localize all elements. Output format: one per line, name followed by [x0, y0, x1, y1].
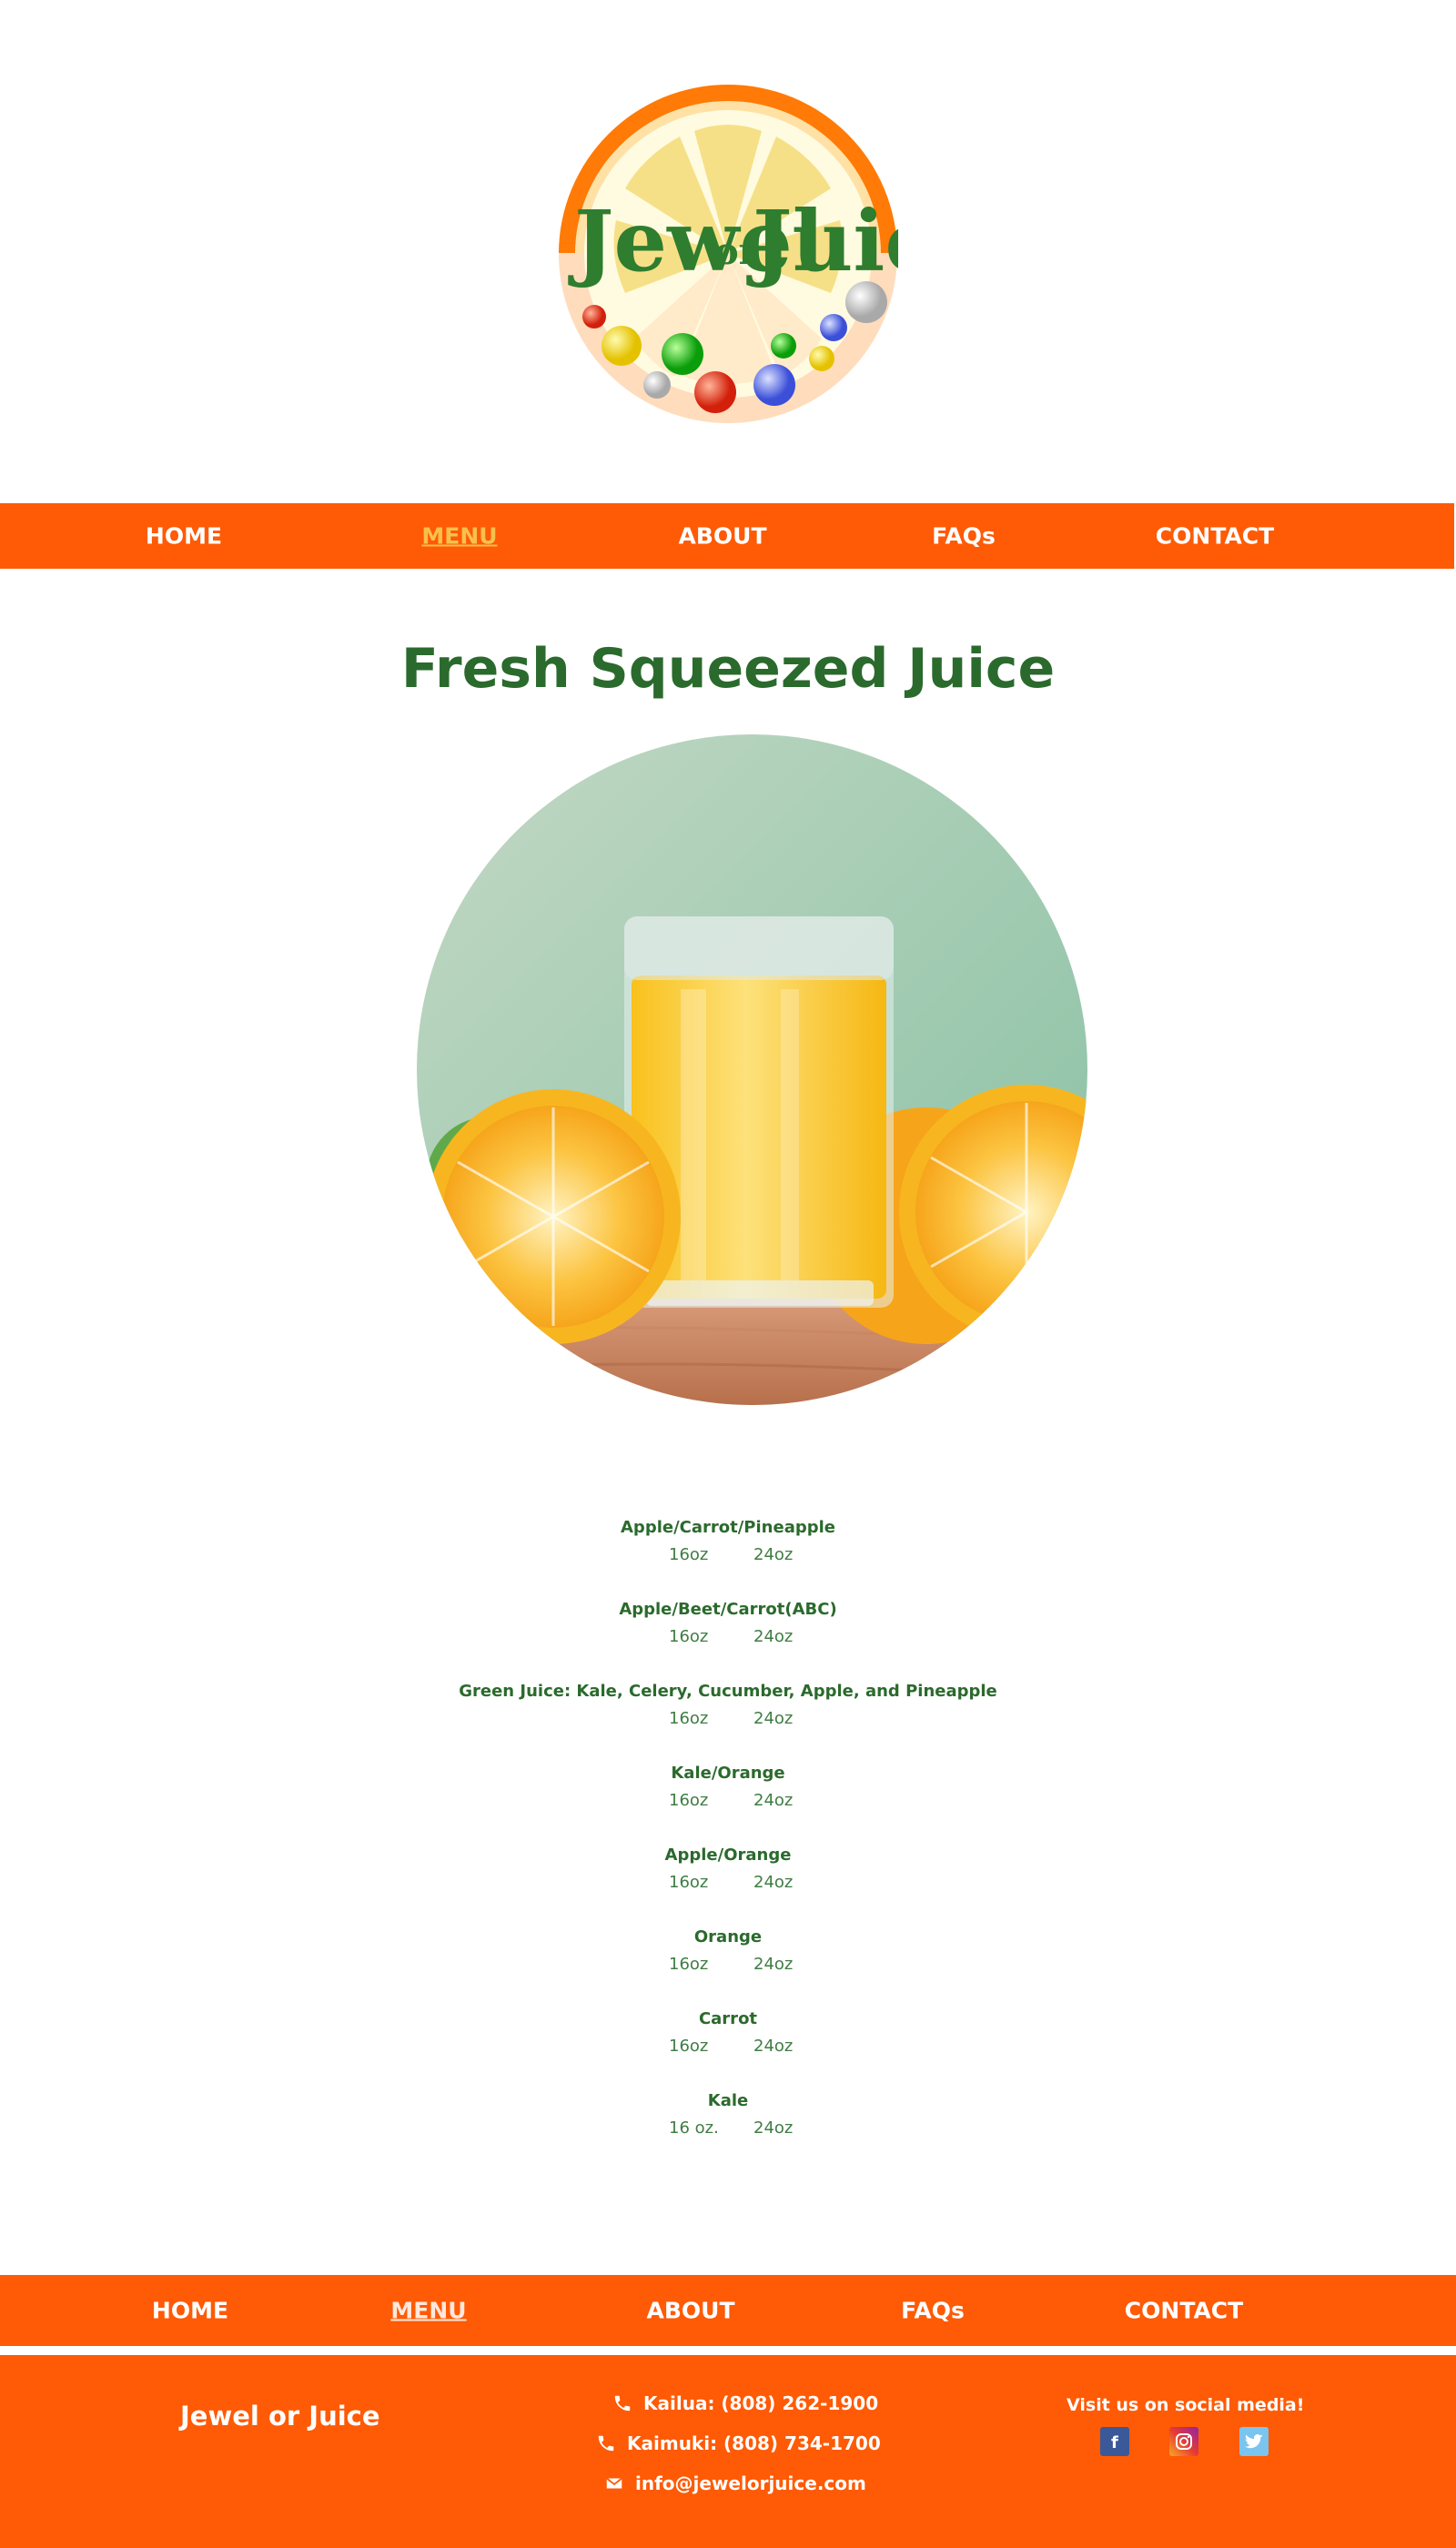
jewel-or-juice-logo: Jewel or Juice: [559, 85, 898, 423]
site-logo[interactable]: Jewel or Juice: [558, 84, 898, 424]
menu-item-size-small: 16oz: [669, 2037, 709, 2056]
menu-item-size-large: 24oz: [753, 1955, 794, 1974]
envelope-icon: [604, 2473, 624, 2493]
svg-text:f: f: [1111, 2433, 1118, 2452]
orange-juice-image: [417, 734, 1087, 1405]
menu-item: Green Juice: Kale, Celery, Cucumber, App…: [0, 1682, 1456, 1764]
nav-about-link[interactable]: ABOUT: [678, 523, 766, 550]
kailua-phone-text: Kailua: (808) 262-1900: [643, 2392, 879, 2414]
email-link[interactable]: info@jewelorjuice.com: [604, 2472, 866, 2494]
svg-text:Juice: Juice: [746, 192, 898, 290]
nav-menu-link[interactable]: MENU: [421, 523, 497, 550]
menu-item: Kale 16 oz. 24oz: [0, 2091, 1456, 2173]
menu-item-size-small: 16oz: [669, 1627, 709, 1646]
menu-item-size-small: 16oz: [669, 1955, 709, 1974]
menu-item: Carrot 16oz 24oz: [0, 2009, 1456, 2091]
menu-item-size-large: 24oz: [753, 1545, 794, 1564]
menu-item-name: Green Juice: Kale, Celery, Cucumber, App…: [459, 1682, 997, 1701]
menu-item-size-large: 24oz: [753, 1627, 794, 1646]
menu-item-name: Apple/Carrot/Pineapple: [621, 1518, 835, 1537]
twitter-icon[interactable]: [1239, 2427, 1269, 2456]
kaimuki-phone-text: Kaimuki: (808) 734-1700: [627, 2432, 881, 2454]
footer-nav-menu-link[interactable]: MENU: [390, 2298, 466, 2324]
instagram-icon[interactable]: [1169, 2427, 1198, 2456]
menu-item-size-small: 16oz: [669, 1791, 709, 1810]
site-footer: Jewel or Juice Kailua: (808) 262-1900 Ka…: [0, 2355, 1456, 2548]
kailua-phone-link[interactable]: Kailua: (808) 262-1900: [612, 2392, 878, 2414]
kaimuki-phone-link[interactable]: Kaimuki: (808) 734-1700: [596, 2432, 881, 2454]
footer-navigation: HOME MENU ABOUT FAQs CONTACT: [0, 2275, 1456, 2346]
menu-item: Orange 16oz 24oz: [0, 1927, 1456, 2009]
footer-nav-faqs-link[interactable]: FAQs: [901, 2298, 965, 2324]
menu-item-size-small: 16 oz.: [669, 2118, 719, 2138]
menu-item-size-large: 24oz: [753, 1791, 794, 1810]
facebook-icon[interactable]: f: [1100, 2427, 1129, 2456]
nav-home-link[interactable]: HOME: [146, 523, 222, 550]
menu-item-size-small: 16oz: [669, 1545, 709, 1564]
main-navigation: HOME MENU ABOUT FAQs CONTACT: [0, 503, 1456, 569]
phone-icon: [596, 2433, 616, 2453]
footer-nav-about-link[interactable]: ABOUT: [646, 2298, 734, 2324]
menu-item: Kale/Orange 16oz 24oz: [0, 1764, 1456, 1845]
menu-item-name: Orange: [693, 1927, 763, 1946]
menu-item: Apple/Beet/Carrot(ABC) 16oz 24oz: [0, 1600, 1456, 1682]
menu-item-size-small: 16oz: [669, 1709, 709, 1728]
menu-item-name: Kale: [707, 2091, 749, 2110]
menu-item-size-large: 24oz: [753, 2118, 794, 2138]
menu-item-name: Apple/Orange: [664, 1845, 792, 1865]
menu-item-name: Apple/Beet/Carrot(ABC): [619, 1600, 837, 1619]
footer-nav-contact-link[interactable]: CONTACT: [1125, 2298, 1243, 2324]
menu-item-size-small: 16oz: [669, 1873, 709, 1892]
footer-brand: Jewel or Juice: [180, 2401, 380, 2432]
menu-item-size-large: 24oz: [753, 1873, 794, 1892]
social-media-label: Visit us on social media!: [1067, 2395, 1305, 2415]
menu-item-name: Kale/Orange: [671, 1764, 785, 1783]
phone-icon: [612, 2393, 632, 2413]
email-text: info@jewelorjuice.com: [635, 2472, 866, 2494]
menu-item-size-large: 24oz: [753, 2037, 794, 2056]
nav-faqs-link[interactable]: FAQs: [932, 523, 996, 550]
footer-nav-home-link[interactable]: HOME: [152, 2298, 228, 2324]
page-title: Fresh Squeezed Juice: [400, 637, 1056, 701]
menu-item-size-large: 24oz: [753, 1709, 794, 1728]
menu-item-name: Carrot: [698, 2009, 758, 2028]
nav-contact-link[interactable]: CONTACT: [1156, 523, 1274, 550]
menu-item: Apple/Carrot/Pineapple 16oz 24oz: [0, 1518, 1456, 1600]
juice-menu: Apple/Carrot/Pineapple 16oz 24oz Apple/B…: [0, 1518, 1456, 2173]
menu-item: Apple/Orange 16oz 24oz: [0, 1845, 1456, 1927]
